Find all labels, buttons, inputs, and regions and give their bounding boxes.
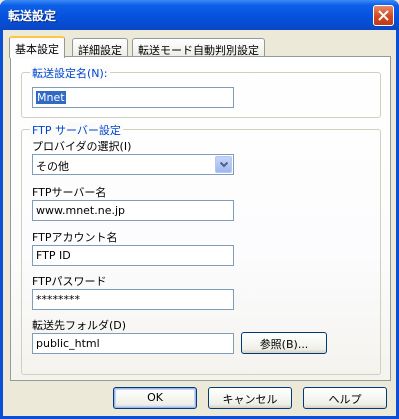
folder-label: 転送先フォルダ(D) bbox=[32, 319, 127, 332]
help-button[interactable]: ヘルプ bbox=[303, 387, 387, 409]
close-button[interactable] bbox=[373, 5, 394, 26]
close-icon bbox=[378, 10, 389, 21]
provider-select-value: その他 bbox=[36, 160, 69, 173]
window-title: 転送設定 bbox=[8, 9, 57, 23]
dialog-window: 転送設定 基本設定 詳細設定 転送モード自動判別設定 転送設定名(N): Mne… bbox=[0, 0, 399, 419]
chevron-down-icon bbox=[220, 162, 228, 168]
tab-panel: 転送設定名(N): Mnet FTP サーバー設定 プロバイダの選択(I) その… bbox=[10, 56, 391, 381]
transfer-name-value: Mnet bbox=[36, 91, 66, 104]
ftp-account-value: FTP ID bbox=[36, 249, 71, 262]
cancel-button[interactable]: キャンセル bbox=[208, 387, 292, 409]
ftp-server-group: FTP サーバー設定 プロバイダの選択(I) その他 FTPサーバー名 www.… bbox=[21, 122, 381, 375]
ftp-account-input[interactable]: FTP ID bbox=[32, 245, 234, 266]
server-label: FTPサーバー名 bbox=[32, 186, 107, 199]
title-bar[interactable]: 転送設定 bbox=[0, 0, 399, 30]
tab-detail-settings[interactable]: 詳細設定 bbox=[72, 38, 128, 58]
name-group-label: 転送設定名(N): bbox=[30, 65, 110, 81]
destination-folder-value: public_html bbox=[36, 337, 100, 350]
ftp-server-value: www.mnet.ne.jp bbox=[36, 204, 126, 217]
transfer-name-input[interactable]: Mnet bbox=[32, 87, 234, 108]
provider-label: プロバイダの選択(I) bbox=[32, 140, 132, 153]
browse-button[interactable]: 参照(B)... bbox=[241, 332, 327, 354]
provider-dropdown-button[interactable] bbox=[215, 156, 232, 173]
dialog-body: 基本設定 詳細設定 転送モード自動判別設定 転送設定名(N): Mnet FTP… bbox=[3, 30, 396, 416]
account-label: FTPアカウント名 bbox=[32, 231, 118, 244]
ftp-password-value: ******** bbox=[36, 293, 80, 306]
tab-transfer-mode-auto[interactable]: 転送モード自動判別設定 bbox=[132, 38, 265, 58]
password-label: FTPパスワード bbox=[32, 275, 107, 288]
ok-button[interactable]: OK bbox=[113, 387, 197, 409]
provider-select[interactable]: その他 bbox=[32, 154, 234, 175]
ftp-server-input[interactable]: www.mnet.ne.jp bbox=[32, 200, 234, 221]
destination-folder-input[interactable]: public_html bbox=[32, 333, 234, 354]
ftp-password-input[interactable]: ******** bbox=[32, 289, 234, 310]
ftp-group-label: FTP サーバー設定 bbox=[30, 122, 123, 138]
name-group: 転送設定名(N): Mnet bbox=[21, 65, 381, 118]
tab-basic-settings[interactable]: 基本設定 bbox=[9, 36, 65, 58]
